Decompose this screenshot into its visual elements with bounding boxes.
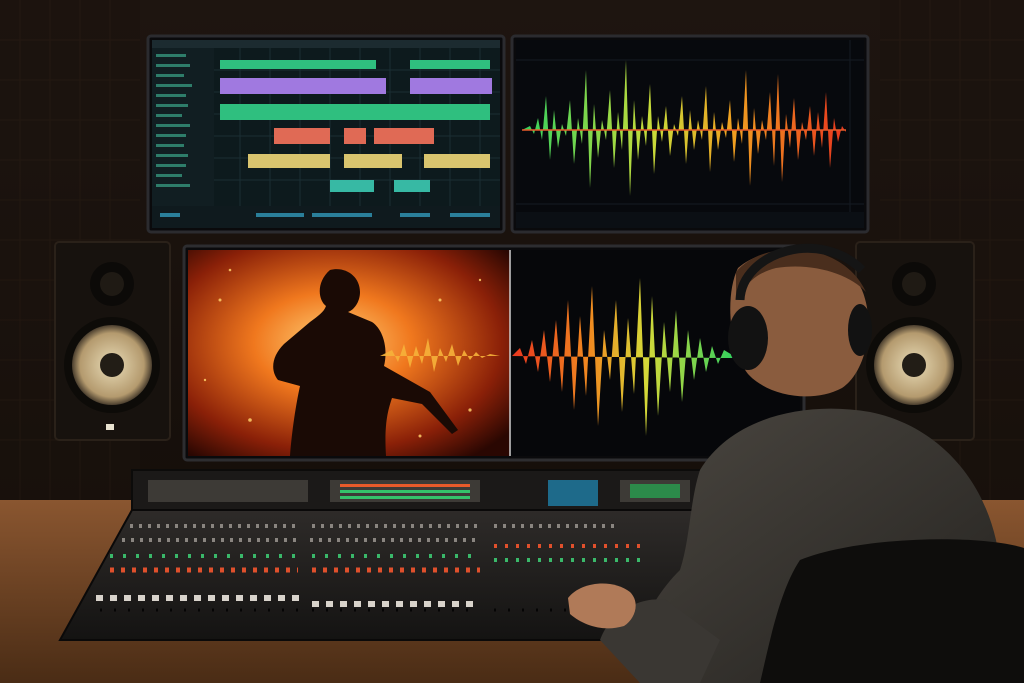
left-speaker [54, 241, 171, 441]
clip [220, 60, 376, 69]
clip [410, 60, 490, 69]
clip [394, 180, 430, 192]
clip [374, 128, 434, 144]
clip [274, 128, 330, 144]
daw-toolbar [152, 40, 500, 48]
clip [248, 154, 330, 168]
right-speaker [855, 241, 975, 441]
clip [220, 78, 386, 94]
studio-scene [0, 0, 1024, 683]
main-monitor [182, 244, 806, 462]
clip [220, 104, 490, 120]
clip [410, 78, 492, 94]
waveform-screen [516, 40, 864, 228]
clip [424, 154, 490, 168]
daw-monitor [146, 34, 506, 234]
chair [760, 539, 1024, 683]
waveform-monitor [510, 34, 870, 234]
clip [330, 180, 374, 192]
console-display [548, 480, 598, 506]
clip [344, 128, 366, 144]
clip [344, 154, 402, 168]
